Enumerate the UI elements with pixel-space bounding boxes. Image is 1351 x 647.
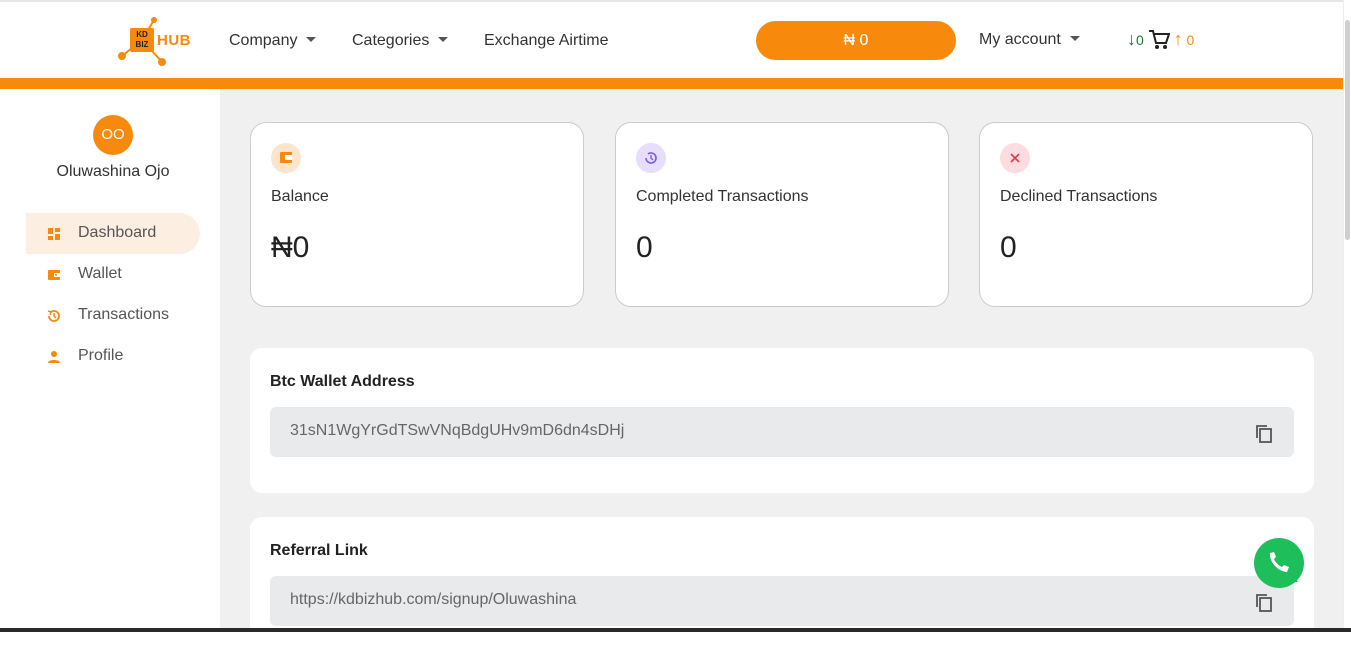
header-accent-bar [0,78,1343,89]
declined-card-icon-wrap [1000,143,1030,173]
sidebar-item-wallet[interactable]: Wallet [26,254,200,295]
chevron-down-icon [306,37,317,42]
sidebar-item-label: Wallet [78,265,122,282]
cart-icon [1148,30,1171,49]
btc-wallet-field[interactable]: 31sN1WgYrGdTSwVNqBdgUHv9mD6dn4sDHj [270,407,1294,457]
nav-company[interactable]: Company [229,32,317,50]
person-icon [48,351,60,363]
sidebar-item-label: Dashboard [78,224,157,241]
referral-link-value: https://kdbizhub.com/signup/Oluwashina [290,591,577,608]
username: Oluwashina Ojo [56,163,170,180]
sidebar-item-profile[interactable]: Profile [26,336,200,377]
bottom-taskbar [0,628,1351,632]
scrollbar[interactable] [1343,0,1351,632]
history-icon [47,310,60,322]
sidebar-item-label: Transactions [78,306,169,323]
completed-transactions-value: 0 [636,231,653,264]
avatar[interactable]: OO [93,115,133,155]
declined-transactions-card: Declined Transactions 0 [979,122,1313,307]
wallet-icon [280,152,292,163]
chevron-down-icon [1069,36,1080,41]
referral-title: Referral Link [270,542,368,559]
referral-link-field[interactable]: https://kdbizhub.com/signup/Oluwashina [270,576,1294,626]
logo-box-bottom: BIZ [135,40,149,49]
wallet-icon [48,270,60,280]
nav-company-label: Company [229,32,298,49]
sidebar-item-dashboard[interactable]: Dashboard [26,213,200,254]
logo-box-top: KD [136,30,148,39]
nav-categories[interactable]: Categories [352,32,449,50]
site-header: KD BIZ HUB Company Categories Exchange A… [0,2,1343,78]
btc-wallet-address: 31sN1WgYrGdTSwVNqBdgUHv9mD6dn4sDHj [290,422,625,439]
chevron-down-icon [438,37,449,42]
my-account-menu[interactable]: My account [979,31,1080,49]
phone-icon [1269,552,1298,582]
copy-icon[interactable] [1254,423,1274,445]
nav-exchange-airtime[interactable]: Exchange Airtime [484,32,609,50]
declined-transactions-value: 0 [1000,231,1017,264]
balance-card-icon-wrap [271,143,301,173]
main-content: Balance ₦0 Completed Transactions 0 Decl… [220,89,1343,647]
sidebar: OO Oluwashina Ojo Dashboard Wallet Trans… [0,89,220,632]
declined-transactions-label: Declined Transactions [1000,188,1158,205]
sidebar-item-transactions[interactable]: Transactions [26,295,200,336]
btc-wallet-title: Btc Wallet Address [270,373,415,390]
nav-exchange-airtime-label: Exchange Airtime [484,32,609,49]
balance-pill-button[interactable]: ₦ 0 [756,21,956,60]
scrollbar-thumb[interactable] [1345,20,1350,240]
dashboard-icon [48,228,60,240]
completed-transactions-label: Completed Transactions [636,188,809,205]
site-logo[interactable]: KD BIZ HUB [114,16,198,68]
copy-icon[interactable] [1254,592,1274,614]
logo-box: KD BIZ [130,28,154,52]
nav-categories-label: Categories [352,32,430,49]
balance-value: ₦0 [271,231,310,264]
logo-text: HUB [157,32,191,49]
arrow-up-icon: ↑ [1173,29,1183,49]
outgoing-count: 0 [1186,32,1195,48]
balance-label: Balance [271,188,329,205]
incoming-count: 0 [1136,32,1144,48]
whatsapp-chat-button[interactable] [1254,538,1304,588]
completed-transactions-card: Completed Transactions 0 [615,122,949,307]
sidebar-item-label: Profile [78,347,124,364]
balance-card: Balance ₦0 [250,122,584,307]
history-icon [645,152,657,164]
my-account-label: My account [979,31,1061,48]
btc-wallet-panel: Btc Wallet Address 31sN1WgYrGdTSwVNqBdgU… [250,348,1314,493]
close-icon [1010,153,1020,163]
completed-card-icon-wrap [636,143,666,173]
cart-status[interactable]: ↓0 ↑ 0 [1127,28,1194,52]
arrow-down-icon: ↓ [1127,29,1136,49]
